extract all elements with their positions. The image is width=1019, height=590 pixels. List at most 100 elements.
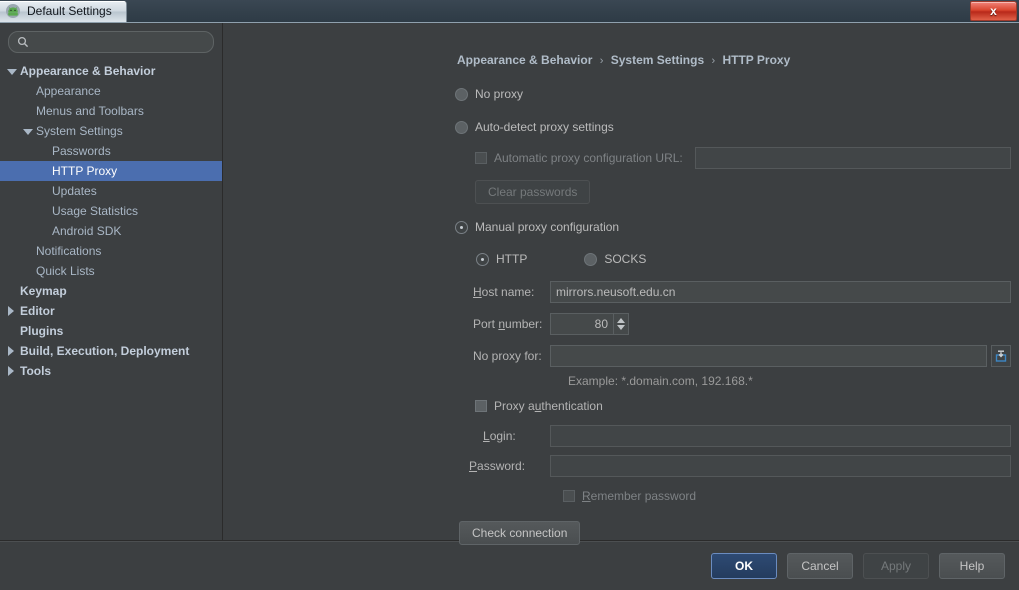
sidebar-item-tools[interactable]: Tools <box>0 361 222 381</box>
breadcrumb-part-1[interactable]: Appearance & Behavior <box>457 53 592 67</box>
manual-proxy-label: Manual proxy configuration <box>475 220 620 234</box>
settings-content: Appearance & Behavior › System Settings … <box>223 23 1019 545</box>
example-hint: Example: *.domain.com, 192.168.* <box>568 374 753 388</box>
password-input[interactable] <box>550 455 1011 477</box>
search-box[interactable] <box>8 31 214 53</box>
socks-label: SOCKS <box>604 252 647 266</box>
remember-password-label: Remember password <box>582 489 696 503</box>
sidebar-item-appearance-behavior[interactable]: Appearance & Behavior <box>0 61 222 81</box>
breadcrumb-part-2[interactable]: System Settings <box>611 53 704 67</box>
help-button[interactable]: Help <box>939 553 1005 579</box>
sidebar-item-updates[interactable]: Updates <box>0 181 222 201</box>
chevron-right-icon[interactable] <box>6 345 17 357</box>
check-connection-button[interactable]: Check connection <box>459 521 581 545</box>
apply-button[interactable]: Apply <box>863 553 929 579</box>
search-wrap <box>0 31 222 60</box>
port-number-stepper[interactable] <box>550 313 629 335</box>
sidebar-item-system-settings[interactable]: System Settings <box>0 121 222 141</box>
socks-radio[interactable] <box>584 252 598 266</box>
no-proxy-row[interactable]: No proxy <box>455 83 1011 105</box>
host-name-row: Host name: <box>455 281 1011 303</box>
no-proxy-for-input[interactable] <box>550 345 987 367</box>
ok-button[interactable]: OK <box>711 553 777 579</box>
sidebar-item-label: Usage Statistics <box>52 204 139 218</box>
login-row: Login: <box>455 425 1011 447</box>
manual-proxy-radio[interactable] <box>455 220 468 234</box>
cancel-button[interactable]: Cancel <box>787 553 853 579</box>
proxy-auth-text-1: Proxy a <box>494 399 535 413</box>
sidebar-item-label: Quick Lists <box>36 264 95 278</box>
port-number-input[interactable] <box>550 313 613 335</box>
sidebar-item-android-sdk[interactable]: Android SDK <box>0 221 222 241</box>
sidebar-item-label: Editor <box>20 304 55 318</box>
proxy-auth-label: Proxy authentication <box>494 399 603 413</box>
host-name-input[interactable] <box>550 281 1011 303</box>
chevron-up-icon[interactable] <box>617 318 625 323</box>
http-label: HTTP <box>496 252 528 266</box>
close-icon[interactable]: x <box>970 1 1017 21</box>
sidebar-item-quick-lists[interactable]: Quick Lists <box>0 261 222 281</box>
sidebar-item-passwords[interactable]: Passwords <box>0 141 222 161</box>
auto-detect-label: Auto-detect proxy settings <box>475 120 614 134</box>
remember-mnemonic: R <box>582 489 591 503</box>
auto-detect-radio[interactable] <box>455 120 468 134</box>
sidebar-item-usage-statistics[interactable]: Usage Statistics <box>0 201 222 221</box>
http-radio[interactable] <box>476 252 489 266</box>
port-number-label: Port number: <box>455 317 550 331</box>
sidebar-item-label: Plugins <box>20 324 64 338</box>
sidebar-item-http-proxy[interactable]: HTTP Proxy <box>0 161 222 181</box>
password-mnemonic: P <box>469 459 478 473</box>
sidebar-item-menus-and-toolbars[interactable]: Menus and Toolbars <box>0 101 222 121</box>
chevron-down-icon[interactable] <box>617 325 625 330</box>
breadcrumb-separator-1: › <box>599 55 604 67</box>
pac-url-input[interactable] <box>694 147 1011 169</box>
sidebar-item-label: Keymap <box>20 284 67 298</box>
host-name-mnemonic: H <box>473 285 482 299</box>
pac-url-label: Automatic proxy configuration URL: <box>494 151 683 165</box>
sidebar-item-build-execution-deployment[interactable]: Build, Execution, Deployment <box>0 341 222 361</box>
port-number-row: Port number: <box>455 313 1011 335</box>
sidebar-item-label: Tools <box>20 364 52 378</box>
auto-detect-row[interactable]: Auto-detect proxy settings <box>455 116 1011 138</box>
clear-passwords-button[interactable]: Clear passwords <box>475 180 591 204</box>
pac-url-checkbox[interactable] <box>475 152 487 164</box>
password-label-text: assword: <box>477 459 526 473</box>
no-proxy-for-label: No proxy for: <box>473 349 542 363</box>
no-proxy-radio[interactable] <box>455 87 468 101</box>
sidebar-item-label: Build, Execution, Deployment <box>20 344 190 358</box>
search-input[interactable] <box>34 35 205 49</box>
sidebar-item-plugins[interactable]: Plugins <box>0 321 222 341</box>
port-spin-buttons[interactable] <box>613 313 629 335</box>
android-studio-icon <box>5 3 21 19</box>
port-label-text-1: Port <box>473 317 499 331</box>
chevron-down-icon[interactable] <box>22 126 33 137</box>
sidebar-item-label: Notifications <box>36 244 102 258</box>
proxy-auth-checkbox[interactable] <box>475 400 487 412</box>
sidebar-item-keymap[interactable]: Keymap <box>0 281 222 301</box>
protocol-row: HTTP SOCKS <box>455 248 1011 270</box>
login-input[interactable] <box>550 425 1011 447</box>
host-name-label: Host name: <box>455 285 550 299</box>
sidebar-item-notifications[interactable]: Notifications <box>0 241 222 261</box>
sidebar-item-appearance[interactable]: Appearance <box>0 81 222 101</box>
remember-password-row[interactable]: Remember password <box>455 485 1011 507</box>
manual-proxy-row[interactable]: Manual proxy configuration <box>455 216 1011 238</box>
sidebar-item-editor[interactable]: Editor <box>0 301 222 321</box>
chevron-right-icon[interactable] <box>6 305 17 317</box>
password-label: Password: <box>455 459 550 473</box>
breadcrumb-part-3: HTTP Proxy <box>722 53 791 67</box>
remember-password-checkbox[interactable] <box>563 490 575 502</box>
title-bar: Default Settings x <box>0 0 1019 23</box>
breadcrumb-separator-2: › <box>711 55 716 67</box>
sidebar-item-label: Updates <box>52 184 97 198</box>
proxy-auth-row[interactable]: Proxy authentication <box>455 395 1011 417</box>
expand-field-icon[interactable] <box>991 345 1011 367</box>
chevron-down-icon[interactable] <box>6 66 17 77</box>
chevron-right-icon[interactable] <box>6 365 17 377</box>
